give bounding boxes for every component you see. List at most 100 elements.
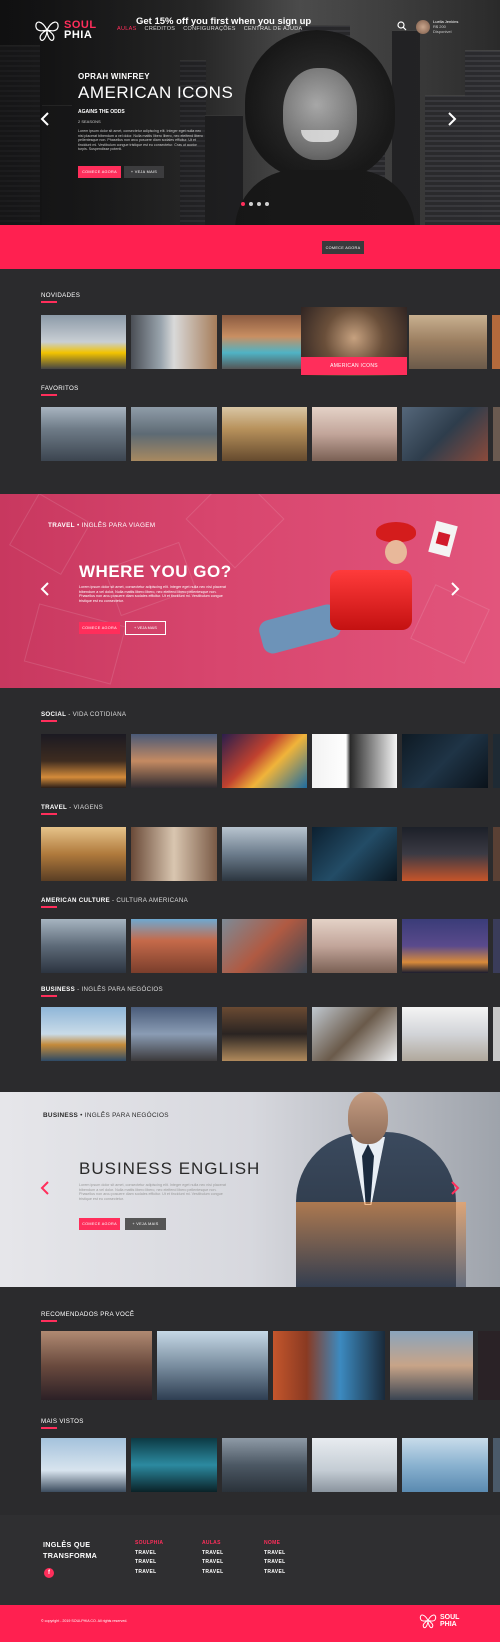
section-title-culture: AMERICAN CULTURE - CULTURA AMERICANA	[41, 897, 188, 904]
thumb-favoritos-4[interactable]	[312, 407, 397, 461]
thumb-business-2[interactable]	[131, 1007, 217, 1061]
thumb-mais-vistos-4[interactable]	[312, 1438, 397, 1492]
facebook-icon[interactable]: f	[44, 1568, 54, 1578]
featured-label[interactable]: AMERICAN ICONS	[301, 357, 407, 375]
thumb-culture-5[interactable]	[402, 919, 488, 973]
thumb-business-4[interactable]	[312, 1007, 397, 1061]
thumb-social-5[interactable]	[402, 734, 488, 788]
hero-seasons: 2 SEASONS	[78, 119, 101, 124]
search-icon[interactable]	[397, 21, 407, 31]
brand-logo[interactable]: SOUL PHIA	[34, 18, 97, 42]
pagination-dot[interactable]	[265, 202, 269, 206]
thumb-recomendados-4[interactable]	[390, 1331, 473, 1400]
pagination-dot[interactable]	[257, 202, 261, 206]
thumb-culture-1[interactable]	[41, 919, 126, 973]
user-status: Disponivel	[433, 29, 452, 34]
travel-prev-arrow[interactable]	[40, 582, 50, 596]
hero-pagination	[241, 202, 269, 206]
thumb-recomendados-2[interactable]	[157, 1331, 268, 1400]
thumb-business-3[interactable]	[222, 1007, 307, 1061]
thumb-favoritos-5[interactable]	[402, 407, 488, 461]
thumb-favoritos-1[interactable]	[41, 407, 126, 461]
thumb-novidades-4[interactable]	[409, 315, 487, 369]
thumb-culture-6[interactable]	[493, 919, 500, 973]
thumb-travel-6[interactable]	[493, 827, 500, 881]
thumb-culture-4[interactable]	[312, 919, 397, 973]
footer-link[interactable]: TRAVEL	[135, 1558, 163, 1568]
user-info[interactable]: Luella Jenkins R$ 200 Disponivel	[433, 19, 473, 34]
thumb-mais-vistos-6[interactable]	[493, 1438, 500, 1492]
thumb-favoritos-6[interactable]	[493, 407, 500, 461]
business-next-arrow[interactable]	[450, 1181, 460, 1195]
thumb-novidades-5[interactable]	[492, 315, 500, 369]
footer-link[interactable]: TRAVEL	[264, 1558, 285, 1568]
pagination-dot[interactable]	[249, 202, 253, 206]
thumb-business-1[interactable]	[41, 1007, 126, 1061]
footer-link[interactable]: TRAVEL	[135, 1549, 163, 1559]
footer-logo[interactable]: SOUL PHIA	[419, 1612, 459, 1629]
thumb-novidades-1[interactable]	[41, 315, 126, 369]
culture-title-rest: - CULTURA AMERICANA	[109, 897, 189, 904]
nav-item-aulas[interactable]: AULAS	[117, 26, 137, 32]
footer-link[interactable]: TRAVEL	[264, 1549, 285, 1559]
footer-link[interactable]: TRAVEL	[202, 1558, 223, 1568]
travel-start-button[interactable]: COMECE AGORA	[79, 622, 120, 634]
footer-link[interactable]: TRAVEL	[135, 1568, 163, 1578]
footer-heading: SOULPHIA	[135, 1540, 164, 1546]
thumb-recomendados-5[interactable]	[478, 1331, 500, 1400]
thumb-novidades-2[interactable]	[131, 315, 217, 369]
thumb-recomendados-3[interactable]	[273, 1331, 385, 1400]
thumb-business-6[interactable]	[493, 1007, 500, 1061]
pagination-dot[interactable]	[241, 202, 245, 206]
hero-next-arrow[interactable]	[447, 112, 457, 126]
travel-more-button[interactable]: + VEJA MAIS	[125, 621, 166, 635]
thumb-travel-5[interactable]	[402, 827, 488, 881]
thumb-travel-3[interactable]	[222, 827, 307, 881]
promo-text: Get 15% off you first when you sign up	[136, 16, 312, 27]
thumb-favoritos-2[interactable]	[131, 407, 217, 461]
footer-link[interactable]: TRAVEL	[202, 1549, 223, 1559]
hat-illustration	[376, 522, 416, 542]
footer-link[interactable]: TRAVEL	[202, 1568, 223, 1578]
thumb-culture-3[interactable]	[222, 919, 307, 973]
thumb-social-3[interactable]	[222, 734, 307, 788]
thumb-social-1[interactable]	[41, 734, 126, 788]
hero-more-button[interactable]: + VEJA MAIS	[124, 166, 164, 178]
travel-banner-description: Lorem ipsum dolor sit amet, consectetur …	[79, 585, 226, 604]
thumb-favoritos-3[interactable]	[222, 407, 307, 461]
business-start-button[interactable]: COMECE AGORA	[79, 1218, 120, 1230]
avatar[interactable]	[416, 20, 430, 34]
thumb-social-4[interactable]	[312, 734, 397, 788]
thumb-culture-2[interactable]	[131, 919, 217, 973]
social-title-bold: SOCIAL	[41, 711, 67, 718]
section-underline	[41, 995, 57, 997]
travel-next-arrow[interactable]	[450, 582, 460, 596]
promo-bar	[0, 225, 500, 269]
footer-link[interactable]: TRAVEL	[264, 1568, 285, 1578]
promo-button[interactable]: COMECE AGORA	[322, 241, 364, 254]
business-prev-arrow[interactable]	[40, 1181, 50, 1195]
section-title-recomendados: RECOMENDADOS PRA VOCÊ	[41, 1311, 135, 1318]
travel-category-bold: TRAVEL	[48, 522, 75, 529]
thumb-mais-vistos-2[interactable]	[131, 1438, 217, 1492]
business-more-button[interactable]: + VEJA MAIS	[125, 1218, 166, 1230]
thumb-business-5[interactable]	[402, 1007, 488, 1061]
butterfly-icon	[35, 21, 59, 41]
thumb-mais-vistos-3[interactable]	[222, 1438, 307, 1492]
thumb-recomendados-1[interactable]	[41, 1331, 152, 1400]
thumb-travel-4[interactable]	[312, 827, 397, 881]
section-underline	[41, 720, 57, 722]
thumb-travel-2[interactable]	[131, 827, 217, 881]
thumb-mais-vistos-1[interactable]	[41, 1438, 126, 1492]
thumb-social-2[interactable]	[131, 734, 217, 788]
thumb-novidades-3[interactable]	[222, 315, 302, 369]
business-title-bold: BUSINESS	[41, 986, 76, 993]
section-title-mais-vistos: MAIS VISTOS	[41, 1418, 84, 1425]
hero-prev-arrow[interactable]	[40, 112, 50, 126]
hero-start-button[interactable]: COMECE AGORA	[78, 166, 121, 178]
thumb-travel-1[interactable]	[41, 827, 126, 881]
business-banner-title: BUSINESS ENGLISH	[79, 1159, 261, 1178]
thumb-social-6[interactable]	[493, 734, 500, 788]
thumb-mais-vistos-5[interactable]	[402, 1438, 488, 1492]
brand-line2: PHIA	[64, 29, 93, 41]
